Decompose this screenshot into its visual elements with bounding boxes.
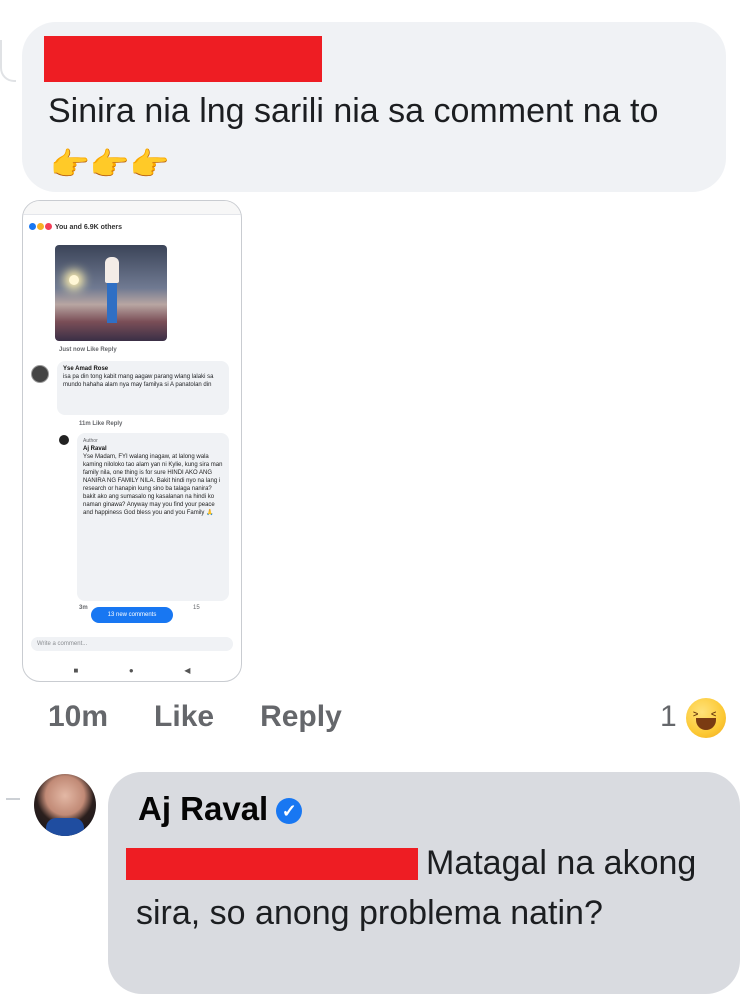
redacted-name	[44, 36, 322, 82]
nested-comment-actions: 11m Like Reply	[79, 421, 123, 427]
reply-author-name: Aj Raval	[83, 446, 107, 452]
reply-text: Matagal na akong sira, so anong problema…	[136, 844, 697, 932]
nested-reaction-count: 15	[193, 605, 200, 611]
comment-text-body: Sinira nia lng sarili nia sa comment na …	[48, 92, 659, 130]
comment-bubble: Sinira nia lng sarili nia sa comment na …	[22, 22, 726, 192]
comment-text: Sinira nia lng sarili nia sa comment na …	[48, 86, 688, 190]
avatar[interactable]	[34, 774, 96, 836]
nested-reply-text: Yse Madam, FYI walang inagaw, at lalong …	[83, 454, 223, 516]
nested-reply-time: 3m	[79, 605, 88, 611]
comment-actions: 10m Like Reply	[48, 700, 388, 734]
phone-status-bar	[23, 201, 241, 215]
home-icon[interactable]: ●	[129, 666, 134, 675]
concert-photo[interactable]	[55, 245, 167, 341]
laughing-mouth	[696, 718, 716, 730]
pointing-finger-icon: 👉👉👉	[50, 146, 170, 182]
haha-emoji-icon[interactable]: > <	[686, 698, 726, 738]
attached-screenshot[interactable]: You and 6.9K others Just now Like Reply …	[22, 200, 242, 682]
verified-badge-icon: ✓	[276, 798, 303, 824]
haha-reaction-icon	[37, 223, 44, 230]
write-comment-input[interactable]: Write a comment...	[31, 637, 233, 651]
commenter-name: Yse Amad Rose	[63, 366, 109, 372]
avatar	[59, 435, 69, 445]
new-comments-button[interactable]: 13 new comments	[91, 607, 173, 623]
stage-light	[69, 275, 79, 285]
comment-time: 10m	[48, 700, 109, 733]
back-icon[interactable]: ◀	[184, 666, 190, 675]
performer-figure	[105, 257, 119, 283]
reply-author[interactable]: Aj Raval ✓	[138, 790, 303, 828]
performer-legs	[107, 283, 117, 323]
thread-connector	[0, 40, 16, 82]
love-reaction-icon	[45, 223, 52, 230]
nested-reply: Author Aj Raval Yse Madam, FYI walang in…	[77, 433, 229, 601]
nested-comment-text: isa pa din tong kabit mang aagaw parang …	[63, 374, 214, 388]
reply-connector	[6, 798, 20, 800]
like-reaction-icon	[29, 223, 36, 230]
reaction-summary[interactable]: You and 6.9K others	[29, 223, 235, 231]
recent-apps-icon[interactable]: ■	[74, 666, 79, 675]
author-badge: Author	[83, 438, 98, 444]
avatar-shirt	[46, 818, 84, 836]
like-button[interactable]: Like	[154, 700, 214, 733]
reaction-count[interactable]: 1	[660, 700, 677, 734]
reply-author-name[interactable]: Aj Raval	[138, 790, 268, 827]
reply-bubble: Aj Raval ✓ Matagal na akong sira, so anon…	[108, 772, 740, 994]
reaction-summary-text: You and 6.9K others	[54, 224, 122, 231]
nested-comment: Yse Amad Rose isa pa din tong kabit mang…	[57, 361, 229, 415]
avatar	[31, 365, 49, 383]
photo-actions: Just now Like Reply	[59, 347, 117, 353]
reply-button[interactable]: Reply	[260, 700, 342, 733]
phone-nav-bar: ■ ● ◀	[23, 659, 241, 681]
